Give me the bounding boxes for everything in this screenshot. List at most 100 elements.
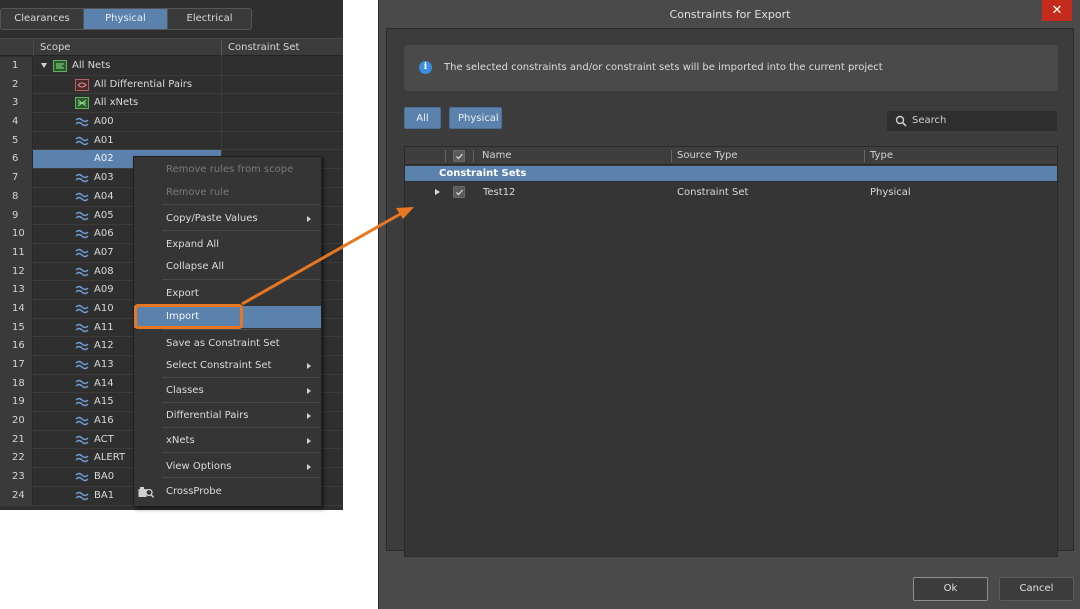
context-menu: Remove rules from scope Remove rule Copy/P… — [133, 156, 322, 507]
dialog-body: i The selected constraints and/or constr… — [386, 28, 1074, 557]
close-icon: ✕ — [1051, 3, 1063, 18]
menu-item-copy-paste-values[interactable]: Copy/Paste Values — [134, 208, 321, 230]
scope-label: A09 — [94, 284, 114, 296]
scope-label: BA1 — [94, 489, 115, 501]
row-number: 10 — [0, 225, 33, 243]
net-icon — [75, 173, 89, 183]
tab-physical[interactable]: Physical — [84, 9, 168, 29]
tab-electrical[interactable]: Electrical — [168, 9, 251, 29]
menu-item-label: xNets — [166, 435, 195, 446]
menu-item-label: Classes — [166, 385, 204, 396]
filter-all-button[interactable]: All — [404, 107, 441, 129]
table-header: Name Source Type Type — [405, 147, 1057, 165]
menu-item-select-constraint-set[interactable]: Select Constraint Set — [134, 355, 321, 377]
menu-item-label: Export — [166, 288, 199, 299]
group-row-constraint-sets[interactable]: Constraint Sets — [405, 166, 1057, 182]
ok-button[interactable]: Ok — [913, 577, 988, 601]
row-number: 18 — [0, 374, 33, 393]
table-row[interactable]: Test12 Constraint Set Physical — [405, 183, 1057, 202]
constraint-set-cell[interactable] — [221, 57, 343, 75]
scope-label: A15 — [94, 396, 114, 408]
menu-item-differential-pairs[interactable]: Differential Pairs — [134, 405, 321, 427]
net-icon — [75, 229, 89, 239]
menu-item-remove-rules-from-scope: Remove rules from scope — [134, 159, 321, 181]
row-number: 23 — [0, 468, 33, 486]
net-icon — [75, 192, 89, 202]
column-header-constraint-set[interactable]: Constraint Set — [221, 39, 343, 56]
row-number: 5 — [0, 131, 33, 150]
group-label: Constraint Sets — [439, 168, 527, 179]
scope-label: A00 — [94, 116, 114, 128]
cancel-button[interactable]: Cancel — [999, 577, 1074, 601]
scope-cell[interactable]: A00 — [33, 113, 221, 131]
table-row[interactable]: 5 A01 — [0, 131, 343, 151]
row-number: 20 — [0, 412, 33, 430]
net-icon — [75, 491, 89, 501]
check-icon — [456, 189, 463, 196]
menu-separator — [162, 402, 320, 403]
menu-item-view-options[interactable]: View Options — [134, 456, 321, 478]
scope-cell[interactable]: All Differential Pairs — [33, 76, 221, 94]
submenu-arrow-icon — [307, 413, 311, 419]
menu-separator — [162, 230, 320, 231]
select-all-checkbox[interactable] — [453, 150, 465, 162]
search-input[interactable]: Search — [887, 111, 1057, 131]
net-icon — [75, 454, 89, 463]
constraint-set-cell[interactable] — [221, 75, 343, 94]
menu-item-classes[interactable]: Classes — [134, 380, 321, 402]
constraint-set-cell[interactable] — [221, 94, 343, 113]
scope-label: ACT — [94, 433, 114, 445]
filter-physical-button[interactable]: Physical — [449, 107, 502, 129]
column-header-scope[interactable]: Scope — [33, 39, 221, 56]
scope-cell[interactable]: A01 — [33, 132, 221, 150]
crossprobe-icon — [138, 487, 154, 498]
row-number: 14 — [0, 299, 33, 318]
close-button[interactable]: ✕ — [1042, 0, 1072, 21]
column-header-source-type[interactable]: Source Type — [677, 147, 738, 165]
submenu-arrow-icon — [307, 388, 311, 394]
row-number: 7 — [0, 169, 33, 187]
table-row[interactable]: 4 A00 — [0, 113, 343, 132]
menu-item-crossprobe[interactable]: CrossProbe — [134, 481, 321, 503]
menu-item-export[interactable]: Export — [134, 283, 321, 305]
scope-label: A11 — [94, 321, 114, 333]
net-icon — [75, 360, 89, 370]
row-number: 3 — [0, 94, 33, 113]
constraint-set-cell[interactable] — [221, 113, 343, 131]
rule-category-tabs: Clearances Physical Electrical — [0, 8, 252, 30]
table-row[interactable]: 2 All Differential Pairs — [0, 75, 343, 95]
menu-separator — [162, 427, 320, 428]
menu-separator — [162, 377, 320, 378]
menu-item-save-as-constraint-set[interactable]: Save as Constraint Set — [134, 333, 321, 355]
dialog-title: Constraints for Export — [669, 8, 791, 21]
collapse-arrow-icon[interactable] — [41, 63, 47, 68]
column-divider — [445, 150, 446, 162]
scope-cell[interactable]: All Nets — [33, 57, 221, 75]
scope-label: A07 — [94, 246, 114, 258]
row-number: 8 — [0, 187, 33, 206]
net-icon — [75, 416, 89, 426]
row-checkbox[interactable] — [453, 186, 465, 198]
callout-highlight-box — [134, 304, 243, 329]
net-icon — [75, 211, 89, 220]
menu-item-label: Collapse All — [166, 261, 225, 272]
menu-item-xnets[interactable]: xNets — [134, 430, 321, 452]
constraint-set-cell[interactable] — [221, 131, 343, 150]
search-icon — [895, 115, 907, 127]
table-row[interactable]: 3 All xNets — [0, 94, 343, 114]
column-header-type[interactable]: Type — [870, 147, 893, 165]
info-icon: i — [419, 61, 432, 74]
scope-cell[interactable]: All xNets — [33, 94, 221, 112]
menu-item-label: Save as Constraint Set — [166, 338, 280, 349]
menu-item-expand-all[interactable]: Expand All — [134, 234, 321, 256]
scope-label: A05 — [94, 209, 114, 221]
net-icon — [75, 398, 89, 407]
tab-clearances[interactable]: Clearances — [1, 9, 84, 29]
row-number: 6 — [0, 150, 33, 169]
menu-item-collapse-all[interactable]: Collapse All — [134, 256, 321, 278]
column-header-name[interactable]: Name — [482, 147, 512, 165]
row-number: 24 — [0, 486, 33, 505]
expand-arrow-icon[interactable] — [435, 189, 440, 195]
table-row[interactable]: 1 All Nets — [0, 57, 343, 76]
net-icon — [75, 342, 89, 351]
